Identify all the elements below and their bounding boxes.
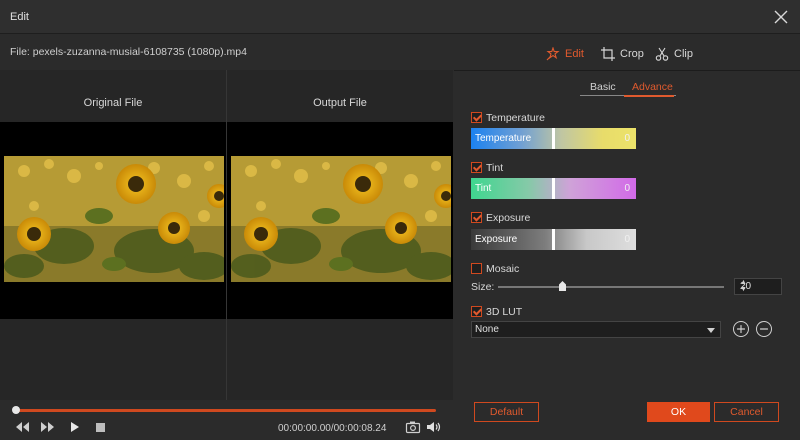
fast-forward-icon[interactable]	[40, 420, 56, 434]
chevron-down-icon	[707, 328, 715, 333]
chevron-down-icon[interactable]: ▼	[740, 286, 779, 293]
temperature-slider[interactable]: Temperature 0	[471, 128, 636, 149]
crop-icon	[601, 47, 615, 61]
remove-lut-icon[interactable]	[756, 321, 772, 337]
exposure-handle[interactable]	[552, 229, 555, 250]
original-video-viewer	[0, 122, 226, 319]
lut-checkbox[interactable]	[471, 306, 482, 317]
tint-bar-label: Tint	[475, 183, 492, 194]
lut-label: 3D LUT	[486, 306, 523, 318]
tint-slider[interactable]: Tint 0	[471, 178, 636, 199]
tab-edit[interactable]: Edit	[546, 46, 584, 62]
timecode: 00:00:00.00/00:00:08.24	[278, 423, 387, 434]
rewind-icon[interactable]	[14, 420, 30, 434]
tint-value: 0	[624, 183, 630, 194]
mosaic-label: Mosaic	[486, 263, 520, 275]
exposure-checkbox[interactable]	[471, 212, 482, 223]
progress-bar[interactable]	[14, 409, 436, 412]
temperature-checkbox[interactable]	[471, 112, 482, 123]
tab-crop-label: Crop	[620, 48, 644, 60]
mosaic-checkbox[interactable]	[471, 263, 482, 274]
temperature-bar-label: Temperature	[475, 133, 532, 144]
tint-label: Tint	[486, 162, 504, 174]
ok-button[interactable]: OK	[647, 402, 710, 422]
original-pane-header: Original File	[0, 70, 226, 122]
scissors-icon	[655, 47, 669, 61]
tab-advance[interactable]: Advance	[632, 81, 673, 93]
output-pane-footer	[227, 319, 453, 400]
close-icon[interactable]	[772, 8, 790, 26]
tab-basic[interactable]: Basic	[590, 81, 616, 93]
output-file-label: Output File	[313, 97, 367, 109]
temperature-handle[interactable]	[552, 128, 555, 149]
mosaic-size-handle[interactable]	[559, 281, 566, 291]
mosaic-size-stepper[interactable]: 20 ▲ ▼	[734, 278, 782, 295]
playback-controls: 00:00:00.00/00:00:08.24	[0, 400, 453, 440]
temperature-value: 0	[624, 133, 630, 144]
output-pane-header: Output File	[227, 70, 453, 122]
window-title: Edit	[10, 11, 29, 23]
cancel-button[interactable]: Cancel	[714, 402, 779, 422]
original-pane-footer	[0, 319, 226, 400]
tab-edit-label: Edit	[565, 48, 584, 60]
lut-selected-value: None	[475, 324, 499, 335]
volume-icon[interactable]	[426, 420, 442, 434]
title-bar: Edit	[0, 0, 800, 34]
lut-select[interactable]: None	[471, 321, 721, 338]
camera-icon[interactable]	[405, 420, 421, 434]
original-file-label: Original File	[83, 97, 143, 109]
exposure-label: Exposure	[486, 212, 531, 224]
sub-tab-active-indicator	[624, 95, 674, 97]
mosaic-size-slider[interactable]	[498, 286, 724, 288]
size-label: Size:	[471, 281, 495, 293]
exposure-slider[interactable]: Exposure 0	[471, 229, 636, 250]
chevron-up-icon[interactable]: ▲	[740, 279, 779, 286]
tab-crop[interactable]: Crop	[601, 46, 644, 62]
tab-clip-label: Clip	[674, 48, 693, 60]
stop-icon[interactable]	[93, 420, 109, 434]
settings-panel: Edit Crop Clip Basic Advance Temperature…	[454, 34, 800, 440]
tab-clip[interactable]: Clip	[655, 46, 693, 62]
tabs-divider	[454, 70, 800, 71]
play-icon[interactable]	[67, 420, 83, 434]
output-video-viewer	[227, 122, 453, 319]
original-video-frame	[4, 156, 224, 282]
file-name: File: pexels-zuzanna-musial-6108735 (108…	[10, 46, 247, 58]
tint-checkbox[interactable]	[471, 162, 482, 173]
output-video-frame	[231, 156, 451, 282]
exposure-bar-label: Exposure	[475, 234, 518, 245]
exposure-value: 0	[624, 234, 630, 245]
tint-handle[interactable]	[552, 178, 555, 199]
file-bar: File: pexels-zuzanna-musial-6108735 (108…	[0, 34, 453, 70]
add-lut-icon[interactable]	[733, 321, 749, 337]
progress-handle[interactable]	[12, 406, 20, 414]
magic-wand-icon	[546, 47, 560, 61]
temperature-label: Temperature	[486, 112, 545, 124]
top-tabs: Edit Crop Clip	[454, 34, 800, 70]
default-button[interactable]: Default	[474, 402, 539, 422]
preview-panel: File: pexels-zuzanna-musial-6108735 (108…	[0, 34, 453, 440]
